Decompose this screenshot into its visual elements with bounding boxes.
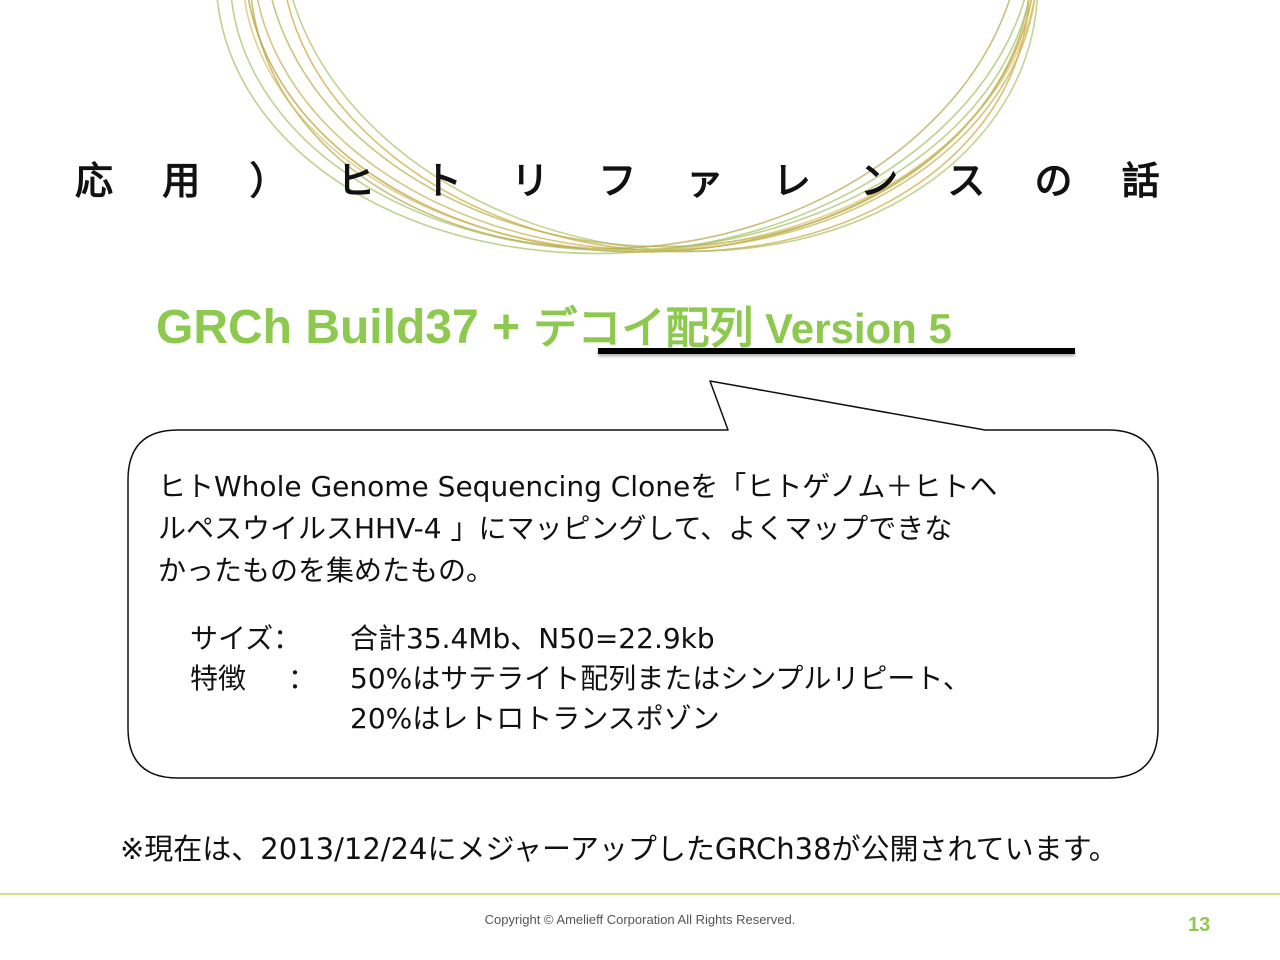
footer-divider: [0, 893, 1280, 895]
footnote: ※現在は、2013/12/24にメジャーアップしたGRCh38が公開されています…: [120, 832, 1118, 866]
size-value: 合計35.4Mb、N50=22.9kb: [350, 622, 715, 655]
bubble-line-3: かったものを集めたもの。: [158, 554, 495, 587]
feature-label: 特徴: [190, 662, 247, 695]
size-label: サイズ：: [190, 622, 302, 655]
bubble-line-2: ルペスウイルスHHV-4 」にマッピングして、よくマップできな: [158, 512, 953, 545]
feature-value-1: 50%はサテライト配列またはシンプルリピート、: [350, 662, 971, 695]
feature-colon: ：: [288, 662, 317, 695]
copyright-text: Copyright © Amelieff Corporation All Rig…: [484, 912, 796, 927]
feature-value-2: 20%はレトロトランスポゾン: [350, 702, 720, 735]
bubble-description: ヒトWhole Genome Sequencing Cloneを「ヒトゲノム＋ヒ…: [158, 466, 1118, 592]
bubble-line-1: ヒトWhole Genome Sequencing Cloneを「ヒトゲノム＋ヒ…: [158, 470, 998, 503]
page-number: 13: [1188, 914, 1211, 936]
